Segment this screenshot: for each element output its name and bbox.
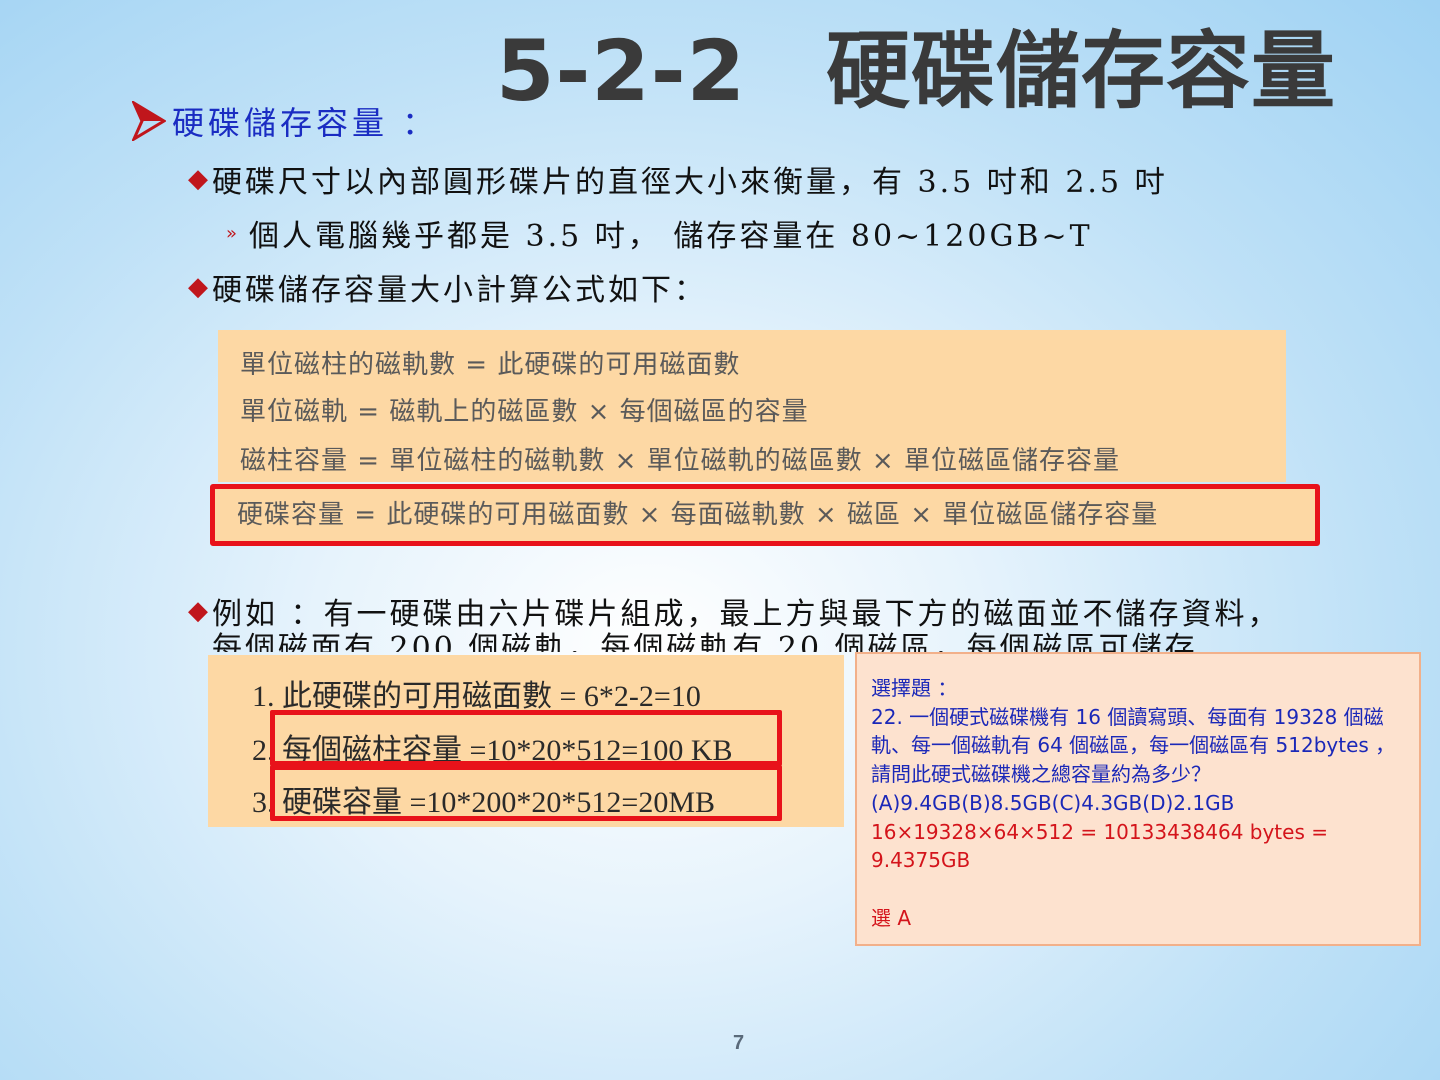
quiz-answer-calc: 16×19328×64×512 = 10133438464 bytes = 9.…: [871, 819, 1328, 873]
diamond-bullet-icon: ◆: [188, 596, 208, 626]
page-number: 7: [733, 1032, 745, 1054]
main-bullet-text: 硬碟儲存容量 ：: [172, 104, 439, 142]
formula-line: 單位磁柱的磁軌數 = 此硬碟的可用磁面數: [240, 350, 741, 380]
calc-box: 1. 此硬碟的可用磁面數 = 6*2-2=10 2. 每個磁柱容量 =10*20*5…: [208, 655, 844, 827]
formula-line: 單位磁軌 = 磁軌上的磁區數 × 每個磁區的容量: [240, 397, 809, 427]
calc-line: 1. 此硬碟的可用磁面數 = 6*2-2=10: [252, 671, 701, 715]
quiz-heading: 選擇題 ：: [871, 676, 958, 700]
main-bullet: 硬碟儲存容量 ：: [132, 98, 438, 144]
highlight-box-cylinder: [270, 710, 782, 766]
calc-number: 1.: [252, 680, 275, 713]
quiz-question: 22. 一個硬式磁碟機有 16 個讀寫頭、每面有 19328 個磁軌、每一個磁軌…: [871, 704, 1396, 815]
bullet-formula-intro: ◆ 硬碟儲存容量大小計算公式如下：: [188, 264, 707, 310]
quiz-answer: 選 A: [871, 905, 912, 930]
highlight-box-disk: [270, 765, 782, 821]
chevron-bullet-icon: »: [226, 222, 238, 244]
diamond-bullet-icon: ◆: [188, 164, 208, 194]
formula-highlight: 硬碟容量 = 此硬碟的可用磁面數 × 每面磁軌數 × 磁區 × 單位磁區儲存容量: [210, 484, 1320, 546]
section-number: 5-2-2: [496, 22, 747, 120]
bullet-formula-intro-text: 硬碟儲存容量大小計算公式如下：: [212, 273, 707, 308]
formula-box: 單位磁柱的磁軌數 = 此硬碟的可用磁面數 單位磁軌 = 磁軌上的磁區數 × 每個…: [218, 330, 1286, 482]
example-line2-text: 每個磁面有 200 個磁軌，每個磁軌有 20 個磁區，每個磁區可儲存: [212, 631, 1198, 652]
formula-line: 磁柱容量 = 單位磁柱的磁軌數 × 單位磁軌的磁區數 × 單位磁區儲存容量: [240, 446, 1120, 476]
slide-title: 5-2-2 硬碟儲存容量: [496, 16, 1396, 126]
arrow-bullet-icon: [132, 101, 166, 141]
bullet-size: ◆ 硬碟尺寸以內部圓形碟片的直徑大小來衡量，有 3.5 吋和 2.5 吋: [188, 156, 1168, 202]
bullet-pc: » 個人電腦幾乎都是 3.5 吋， 儲存容量在 80~120GB~T: [226, 210, 1093, 256]
bullet-size-text: 硬碟尺寸以內部圓形碟片的直徑大小來衡量，有 3.5 吋和 2.5 吋: [212, 165, 1168, 200]
calc-text: 此硬碟的可用磁面數 = 6*2-2=10: [282, 680, 701, 713]
diamond-bullet-icon: ◆: [188, 272, 208, 302]
bullet-pc-text: 個人電腦幾乎都是 3.5 吋， 儲存容量在 80~120GB~T: [249, 219, 1093, 254]
quiz-box: 選擇題 ： 22. 一個硬式磁碟機有 16 個讀寫頭、每面有 19328 個磁軌…: [855, 652, 1421, 946]
title-text: 硬碟儲存容量: [826, 22, 1337, 120]
